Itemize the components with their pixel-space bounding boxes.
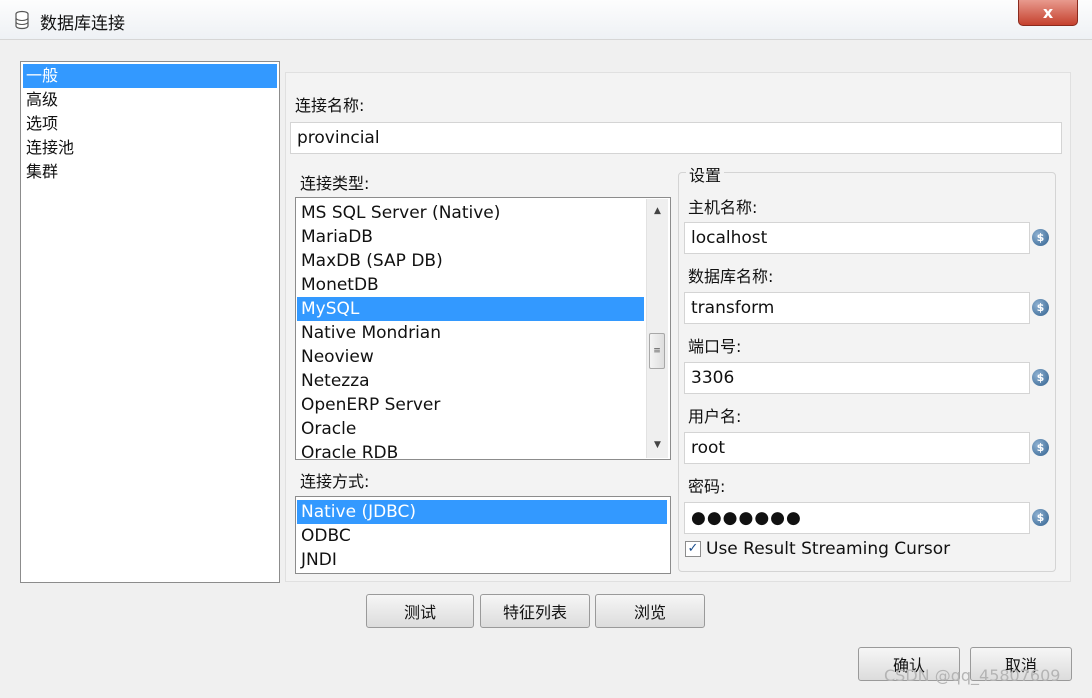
variable-icon[interactable]: $ [1032, 299, 1049, 316]
username-label: 用户名: [688, 407, 742, 426]
sidebar-item-clustering[interactable]: 集群 [23, 160, 277, 184]
close-icon: x [1042, 3, 1054, 22]
sidebar-item-advanced[interactable]: 高级 [23, 88, 277, 112]
settings-group-title: 设置 [686, 162, 725, 186]
feature-list-button[interactable]: 特征列表 [480, 594, 590, 628]
explore-button[interactable]: 浏览 [595, 594, 705, 628]
port-label: 端口号: [688, 337, 742, 356]
list-item[interactable]: MS SQL Server (Native) [297, 201, 644, 225]
database-value: transform [691, 298, 775, 318]
sidebar-item-pooling[interactable]: 连接池 [23, 136, 277, 160]
list-item[interactable]: ODBC [297, 524, 667, 548]
list-item[interactable]: MaxDB (SAP DB) [297, 249, 644, 273]
checkmark-icon: ✓ [687, 541, 699, 556]
variable-icon[interactable]: $ [1032, 369, 1049, 386]
category-list: 一般 高级 选项 连接池 集群 [20, 61, 280, 583]
username-input[interactable]: root [684, 432, 1030, 464]
database-label: 数据库名称: [688, 267, 774, 286]
scroll-up-icon[interactable]: ▲ [647, 203, 668, 219]
list-item[interactable]: Native Mondrian [297, 321, 644, 345]
username-value: root [691, 438, 726, 458]
watermark: CSDN @qq_45807609 [884, 666, 1061, 685]
streaming-cursor-label[interactable]: Use Result Streaming Cursor [706, 539, 950, 559]
list-item-selected[interactable]: MySQL [297, 297, 644, 321]
connection-name-input[interactable]: provincial [290, 122, 1062, 154]
list-item[interactable]: MonetDB [297, 273, 644, 297]
port-input[interactable]: 3306 [684, 362, 1030, 394]
connection-name-value: provincial [297, 128, 380, 148]
connection-type-scrollbar[interactable]: ▲ ≡ ▼ [646, 199, 668, 458]
list-item[interactable]: Neoview [297, 345, 644, 369]
scroll-down-icon[interactable]: ▼ [647, 437, 668, 453]
password-label: 密码: [688, 477, 726, 496]
list-item[interactable]: Oracle [297, 417, 644, 441]
variable-icon[interactable]: $ [1032, 229, 1049, 246]
list-item[interactable]: JNDI [297, 548, 667, 572]
password-value: ●●●●●●● [691, 508, 802, 528]
host-value: localhost [691, 228, 768, 248]
title-bar: 数据库连接 x [0, 0, 1092, 40]
database-icon [15, 10, 29, 30]
test-button[interactable]: 测试 [366, 594, 474, 628]
close-button[interactable]: x [1018, 0, 1078, 26]
variable-icon[interactable]: $ [1032, 439, 1049, 456]
list-item[interactable]: Oracle RDB [297, 441, 644, 459]
list-item[interactable]: MariaDB [297, 225, 644, 249]
variable-icon[interactable]: $ [1032, 509, 1049, 526]
sidebar-item-general[interactable]: 一般 [23, 64, 277, 88]
list-item-selected[interactable]: Native (JDBC) [297, 500, 667, 524]
host-input[interactable]: localhost [684, 222, 1030, 254]
database-input[interactable]: transform [684, 292, 1030, 324]
host-label: 主机名称: [688, 198, 758, 217]
list-item[interactable]: OpenERP Server [297, 393, 644, 417]
access-method-list[interactable]: Native (JDBC) ODBC JNDI [295, 496, 671, 574]
password-input[interactable]: ●●●●●●● [684, 502, 1030, 534]
sidebar-item-options[interactable]: 选项 [23, 112, 277, 136]
access-method-label: 连接方式: [300, 472, 370, 491]
connection-type-list[interactable]: MS SQL Server (Native) MariaDB MaxDB (SA… [295, 197, 671, 460]
scroll-thumb[interactable]: ≡ [649, 333, 665, 369]
connection-name-label: 连接名称: [295, 96, 365, 115]
window-title: 数据库连接 [40, 14, 125, 34]
port-value: 3306 [691, 368, 735, 388]
list-item[interactable]: Netezza [297, 369, 644, 393]
streaming-cursor-checkbox[interactable]: ✓ [685, 541, 701, 557]
connection-type-label: 连接类型: [300, 174, 370, 193]
